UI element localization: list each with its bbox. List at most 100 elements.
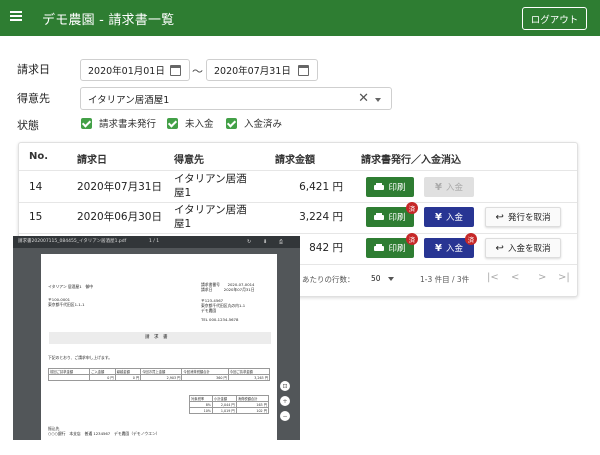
- print-label: 印刷: [388, 244, 406, 254]
- undo-icon: ↩: [495, 242, 504, 254]
- prev-page-button[interactable]: <: [511, 272, 519, 283]
- pdf-cell: 10%: [189, 407, 213, 414]
- row-date: 2020年06月30日: [77, 211, 162, 223]
- cancel-issue-label: 発行を取消: [507, 213, 551, 223]
- chevron-down-icon: [387, 277, 394, 281]
- pdf-meta-line: TEL 000-1234-5678: [201, 317, 239, 322]
- pay-label: 入金: [445, 244, 463, 254]
- pay-label: 入金: [445, 183, 463, 193]
- cancel-issue-button[interactable]: ↩ 発行を取消: [485, 207, 561, 227]
- status-option-label: 請求書未発行: [99, 119, 157, 130]
- done-badge: 済: [406, 233, 418, 245]
- status-label: 状態: [17, 119, 39, 132]
- pdf-toolbar: 請求書202007115_084455_イタリアン居酒屋1.pdf 1 / 1 …: [13, 236, 300, 248]
- app-bar: デモ農園 - 請求書一覧 ログアウト: [0, 0, 600, 36]
- chevron-down-icon[interactable]: [375, 98, 381, 102]
- pdf-cell: 360 円: [181, 374, 229, 381]
- date-to-value: 2020年07月31日: [214, 66, 291, 77]
- pdf-to-address: 東京都千代田区1-1-1: [48, 302, 85, 307]
- pdf-tax-table: 対象税率 小計金額 消費税額合計 8% 2,044 円 163 円 10% 1,…: [189, 395, 270, 414]
- date-separator: 〜: [192, 65, 203, 78]
- column-header-actions: 請求書発行／入金消込: [361, 155, 461, 166]
- yen-icon: ¥: [435, 242, 442, 254]
- pdf-filename: 請求書202007115_084455_イタリアン居酒屋1.pdf: [18, 239, 127, 244]
- status-checkbox-paid[interactable]: 入金済み: [226, 116, 282, 130]
- pdf-page: イタリアン 居酒屋1 御中 〒100-0001 東京都千代田区1-1-1 請求書…: [41, 254, 277, 440]
- pdf-intro: 下記のとおり、ご請求申し上げます。: [48, 355, 113, 360]
- done-badge: 済: [406, 202, 418, 214]
- pdf-doc-title: 請 求 書: [145, 335, 168, 340]
- pdf-cell: [47, 374, 91, 381]
- done-badge: 済: [465, 233, 477, 245]
- rows-per-page-select[interactable]: 50: [371, 274, 394, 283]
- undo-icon: ↩: [495, 211, 504, 223]
- pay-label: 入金: [445, 213, 463, 223]
- pay-button[interactable]: ¥ 入金: [424, 207, 474, 227]
- print-button[interactable]: 印刷: [366, 177, 414, 197]
- row-no: 15: [29, 211, 43, 223]
- menu-icon[interactable]: [10, 10, 24, 24]
- row-no: 14: [29, 181, 43, 193]
- next-page-button[interactable]: >: [538, 272, 546, 283]
- date-from-field[interactable]: 2020年01月01日: [80, 59, 190, 81]
- pdf-meta-line: 請求日 2020年07月31日: [201, 287, 255, 292]
- customer-value: イタリアン居酒屋1: [88, 94, 170, 106]
- divider: [19, 233, 577, 234]
- row-customer: イタリアン居酒屋1: [174, 204, 247, 230]
- column-header-no: No.: [29, 151, 49, 162]
- yen-icon: ¥: [435, 181, 442, 193]
- column-header-date: 請求日: [77, 155, 107, 166]
- column-header-customer: 得意先: [174, 155, 204, 166]
- checkbox-checked-icon[interactable]: [81, 117, 92, 129]
- checkbox-checked-icon[interactable]: [167, 117, 178, 129]
- logout-button[interactable]: ログアウト: [522, 7, 587, 30]
- clear-icon[interactable]: ✕: [358, 91, 369, 106]
- rotate-icon[interactable]: ↻: [247, 236, 251, 248]
- status-option-label: 未入金: [185, 119, 214, 130]
- last-page-button[interactable]: >|: [558, 272, 570, 283]
- pdf-bank-text: ○○○銀行 本支店 普通 1234567 デモ農園（デモノウエン）: [48, 431, 160, 436]
- pdf-cell: 2,903 円: [140, 374, 183, 381]
- pdf-cell: 0 円: [89, 374, 116, 381]
- yen-icon: ¥: [435, 211, 442, 223]
- customer-label: 得意先: [17, 92, 50, 105]
- checkbox-checked-icon[interactable]: [226, 117, 237, 129]
- calendar-icon[interactable]: [170, 65, 181, 76]
- zoom-out-icon[interactable]: −: [280, 411, 290, 421]
- divider: [19, 170, 577, 171]
- status-checkbox-unissued[interactable]: 請求書未発行: [81, 116, 156, 130]
- row-amount: 3,224 円: [299, 211, 343, 223]
- pdf-to-name: イタリアン 居酒屋1 御中: [48, 284, 94, 289]
- row-customer: イタリアン居酒屋1: [174, 173, 247, 199]
- page-title: デモ農園 - 請求書一覧: [42, 13, 175, 28]
- first-page-button[interactable]: |<: [487, 272, 499, 283]
- calendar-icon[interactable]: [298, 65, 309, 76]
- rows-per-page-label: あたりの行数：: [302, 275, 355, 284]
- fit-page-icon[interactable]: ⊡: [280, 381, 290, 391]
- column-header-amount: 請求金額: [275, 155, 315, 166]
- divider: [19, 202, 577, 203]
- row-date: 2020年07月31日: [77, 181, 162, 193]
- pdf-summary-table: 前回ご請求金額 ご入金額 繰越金額 今回お買上金額 今回消費税額合計 今回ご請求…: [47, 368, 271, 381]
- date-to-field[interactable]: 2020年07月31日: [206, 59, 318, 81]
- pdf-cell: 3,263 円: [227, 374, 271, 381]
- cancel-pay-label: 入金を取消: [507, 244, 551, 254]
- zoom-in-icon[interactable]: +: [280, 396, 290, 406]
- row-amount: 6,421 円: [299, 181, 343, 193]
- pdf-cell: 102 円: [235, 407, 270, 414]
- cancel-payment-button[interactable]: ↩ 入金を取消: [485, 238, 561, 258]
- printer-icon: [374, 213, 385, 221]
- print-label: 印刷: [388, 183, 406, 193]
- pdf-meta-line: デモ農園: [201, 308, 217, 313]
- customer-select[interactable]: イタリアン居酒屋1 ✕: [80, 87, 392, 110]
- pagination-range: 1-3 件目 / 3件: [420, 275, 470, 284]
- pdf-cell: 0 円: [114, 374, 142, 381]
- printer-icon: [374, 244, 385, 252]
- print-icon[interactable]: ⎙: [279, 236, 283, 248]
- download-icon[interactable]: ⬇: [263, 236, 267, 248]
- pay-button-disabled: ¥ 入金: [424, 177, 474, 197]
- status-option-label: 入金済み: [244, 119, 283, 130]
- pdf-viewer: 請求書202007115_084455_イタリアン居酒屋1.pdf 1 / 1 …: [13, 236, 300, 440]
- rows-per-page-value: 50: [371, 274, 381, 283]
- status-checkbox-unpaid[interactable]: 未入金: [167, 116, 214, 130]
